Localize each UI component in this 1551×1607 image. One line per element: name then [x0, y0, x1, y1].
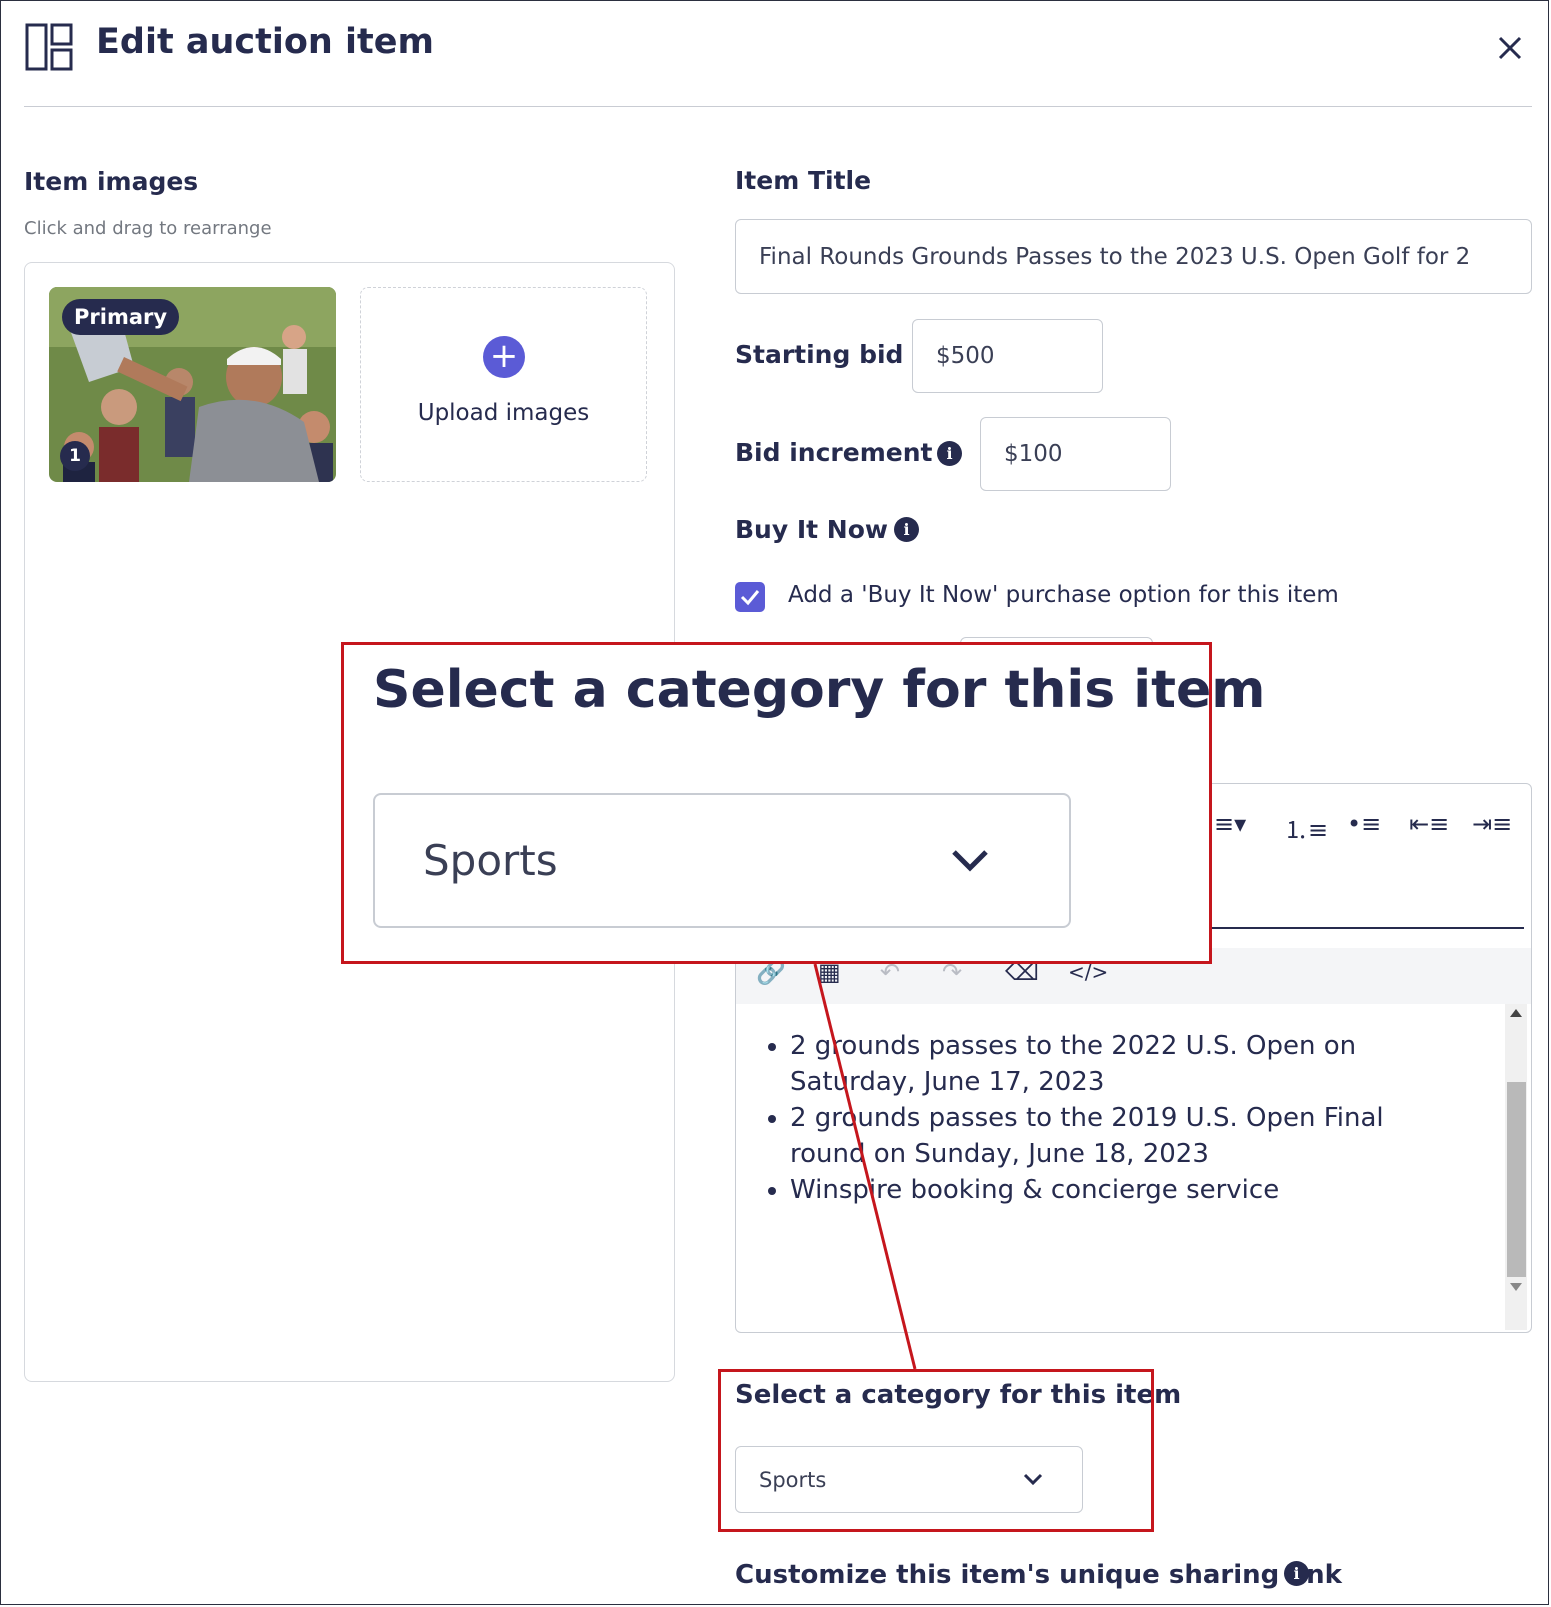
zoom-category-label: Select a category for this item [373, 660, 1266, 720]
chevron-down-icon[interactable] [950, 848, 990, 874]
zoom-category-value: Sports [423, 836, 558, 885]
